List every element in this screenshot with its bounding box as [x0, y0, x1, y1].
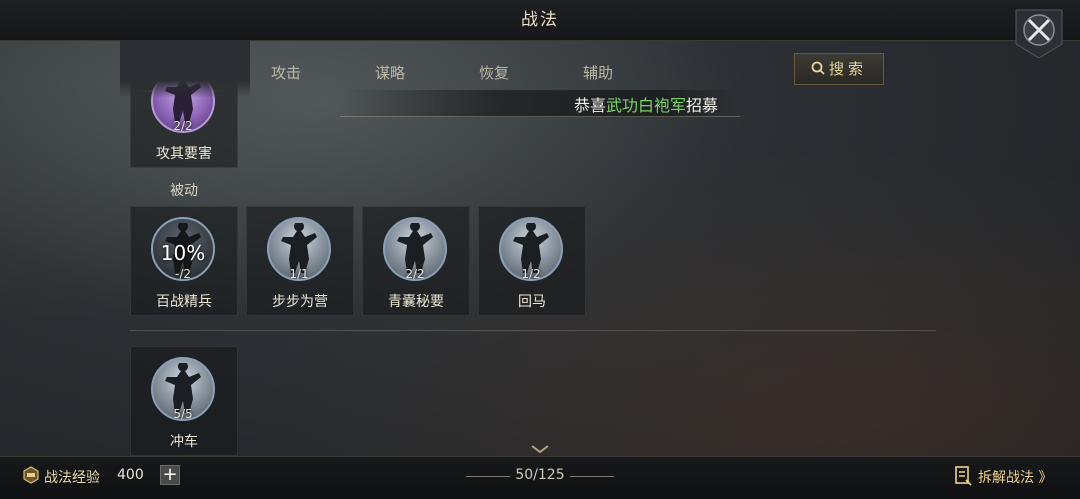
tactic-name: 步步为营: [272, 294, 328, 310]
tactic-icon: 10% -/2: [151, 217, 215, 281]
announcement-text: 恭喜武功白袍军招募: [574, 92, 718, 116]
tactic-count: -/2: [174, 267, 191, 281]
search-label: 搜索: [828, 60, 867, 78]
tactic-name: 冲车: [170, 434, 198, 450]
close-button[interactable]: [1014, 8, 1064, 59]
banner-suffix: 招募: [685, 96, 718, 115]
tactic-count: 2/2: [173, 119, 193, 133]
scroll-down-chevron-icon: [531, 445, 549, 454]
tactic-count: 1/1: [289, 267, 309, 281]
banner-highlight: 武功白袍军: [605, 96, 686, 115]
tactic-capacity: 50/125: [515, 467, 565, 483]
tactic-card-chongche[interactable]: 5/5 冲车: [130, 346, 238, 456]
tactic-name: 攻其要害: [156, 146, 212, 162]
banner-prefix: 恭喜: [573, 96, 606, 115]
tactic-name: 青囊秘要: [388, 294, 444, 310]
capacity-line-right: [570, 476, 614, 477]
tactic-progress-percent: 10%: [160, 241, 206, 265]
tactic-count: 1/2: [521, 267, 541, 281]
tactic-icon: 1/2: [499, 217, 563, 281]
tactic-name: 百战精兵: [156, 294, 212, 310]
dismantle-label: 拆解战法 》: [978, 470, 1053, 486]
tactic-card-qingnangmiyao[interactable]: 2/2 青囊秘要: [362, 206, 470, 316]
tactic-count: 5/5: [173, 407, 193, 421]
tactic-card-baizhanjingbing[interactable]: 10% -/2 百战精兵: [130, 206, 238, 316]
tactic-icon: 1/1: [267, 217, 331, 281]
tactic-icon: 2/2: [383, 217, 447, 281]
tab-support[interactable]: 辅助: [546, 54, 650, 90]
crossed-swords-icon: [1015, 9, 1063, 59]
title-bar: 战法: [0, 0, 1080, 41]
tactic-card-bubuweiying[interactable]: 1/1 步步为营: [246, 206, 354, 316]
document-list-icon: [955, 466, 972, 486]
tactic-name: 回马: [518, 294, 546, 310]
tactic-icon: 5/5: [151, 357, 215, 421]
section-title-passive: 被动: [170, 183, 198, 199]
page-title: 战法: [521, 10, 559, 30]
search-icon: [811, 61, 825, 75]
announcement-banner: 恭喜武功白袍军招募: [340, 90, 740, 117]
tactic-card-huima[interactable]: 1/2 回马: [478, 206, 586, 316]
tab-strategy[interactable]: 谋略: [338, 54, 442, 90]
tab-recovery[interactable]: 恢复: [442, 54, 546, 90]
search-button[interactable]: 搜索: [794, 53, 884, 85]
scroll-mask: [120, 40, 250, 98]
tactic-count: 2/2: [405, 267, 425, 281]
section-divider: [130, 330, 936, 331]
